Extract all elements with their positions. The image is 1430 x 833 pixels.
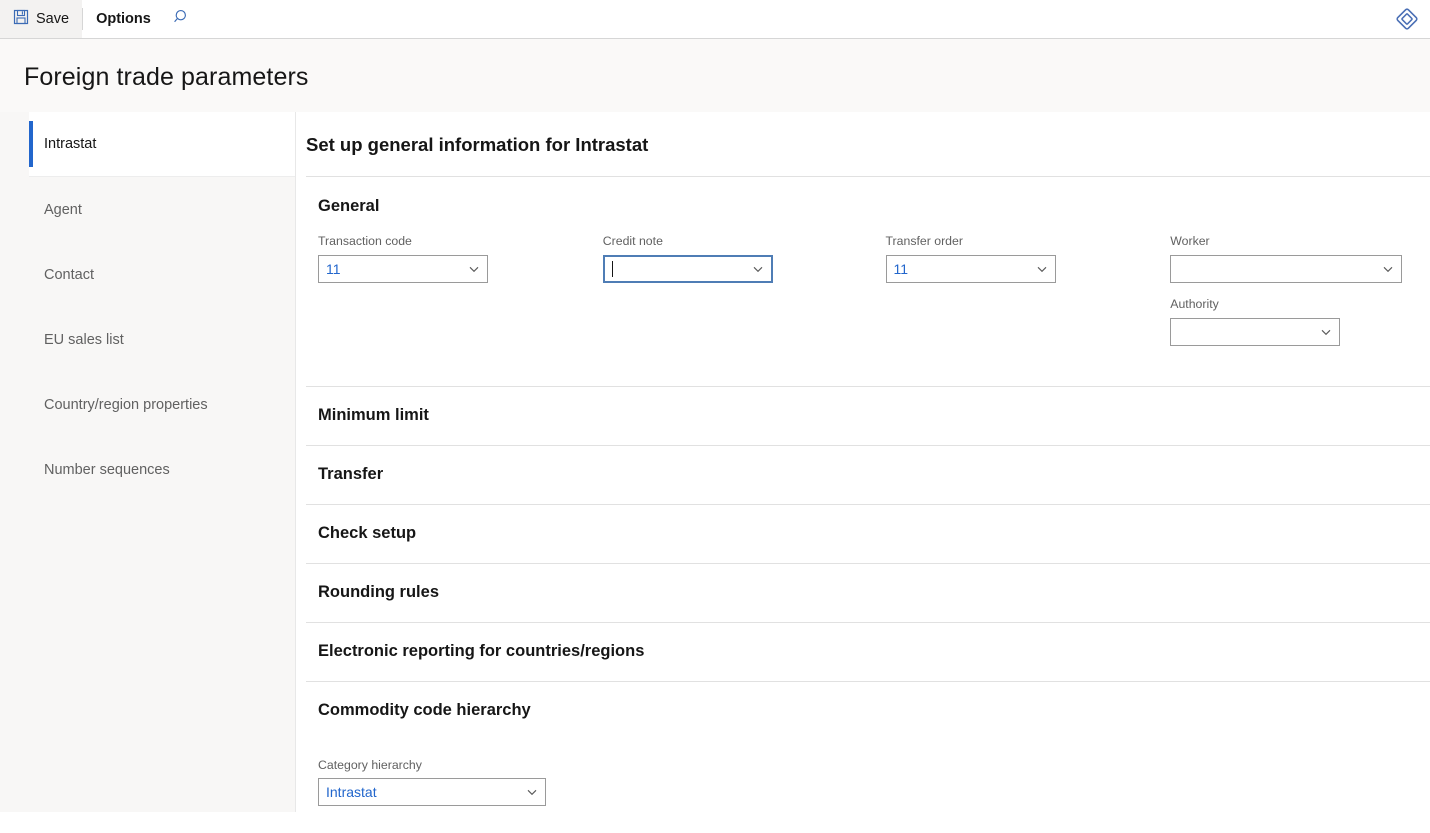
page-body: Intrastat Agent Contact EU sales list Co… — [0, 112, 1430, 812]
authority-combobox[interactable] — [1170, 317, 1341, 346]
authority-label: Authority — [1170, 296, 1219, 311]
section-transfer-header[interactable]: Transfer — [306, 446, 1430, 504]
search-icon — [173, 8, 191, 31]
sidebar-item-label: Country/region properties — [44, 396, 208, 413]
sidebar-item-label: Contact — [44, 266, 94, 283]
chevron-down-icon[interactable] — [745, 262, 771, 276]
general-column-3: Transfer order 11 — [885, 234, 1171, 360]
sidebar-item-label: EU sales list — [44, 331, 124, 348]
worker-combobox[interactable] — [1170, 254, 1403, 283]
commodity-column-1: Category hierarchy Intrastat — [318, 758, 546, 813]
credit-note-combobox[interactable] — [602, 254, 773, 283]
section-rounding-rules: Rounding rules — [306, 564, 1430, 622]
main-content: Set up general information for Intrastat… — [296, 112, 1430, 812]
sidebar-item-label: Agent — [44, 201, 82, 218]
chevron-down-icon[interactable] — [519, 785, 545, 799]
general-fields-row: Transaction code 11 Credit note Transfer… — [306, 216, 1430, 386]
chevron-down-icon[interactable] — [461, 262, 487, 276]
save-button[interactable]: Save — [0, 0, 83, 38]
page-title-band: Foreign trade parameters — [0, 39, 1430, 112]
section-commodity-code-hierarchy: Commodity code hierarchy Category hierar… — [306, 682, 1430, 813]
general-column-2: Credit note — [602, 234, 886, 360]
section-transfer: Transfer — [306, 446, 1430, 504]
section-check-setup: Check setup — [306, 505, 1430, 563]
command-bar-right-group — [1394, 0, 1420, 38]
sidebar-item-label: Intrastat — [44, 136, 97, 152]
credit-note-label: Credit note — [602, 234, 663, 248]
sidebar-item-eu-sales-list[interactable]: EU sales list — [0, 307, 295, 372]
options-button-label: Options — [96, 11, 151, 27]
field-authority: Authority — [1170, 297, 1430, 346]
general-column-4: Worker Authority — [1170, 234, 1430, 360]
section-electronic-reporting: Electronic reporting for countries/regio… — [306, 623, 1430, 681]
command-bar: Save Options — [0, 0, 1430, 39]
commodity-fields-row: Category hierarchy Intrastat — [306, 740, 1430, 813]
main-heading: Set up general information for Intrastat — [306, 134, 649, 155]
transfer-order-value: 11 — [893, 260, 909, 277]
section-check-setup-header[interactable]: Check setup — [306, 505, 1430, 563]
field-category-hierarchy: Category hierarchy Intrastat — [318, 758, 546, 807]
category-hierarchy-label: Category hierarchy — [318, 757, 422, 772]
sidebar-item-contact[interactable]: Contact — [0, 242, 295, 307]
field-credit-note: Credit note — [602, 234, 886, 283]
field-worker: Worker — [1170, 234, 1430, 283]
chevron-down-icon[interactable] — [1029, 262, 1055, 276]
section-commodity-code-hierarchy-header[interactable]: Commodity code hierarchy — [306, 682, 1430, 740]
field-transaction-code: Transaction code 11 — [318, 234, 603, 283]
category-hierarchy-value: Intrastat — [326, 784, 377, 801]
field-transfer-order: Transfer order 11 — [885, 234, 1171, 283]
command-bar-left-group: Save Options — [0, 0, 200, 38]
transaction-code-combobox[interactable]: 11 — [318, 254, 488, 283]
section-general: General Transaction code 11 Credit note … — [306, 177, 1430, 386]
main-heading-wrap: Set up general information for Intrastat — [296, 112, 1430, 176]
dynamics-diamond-icon[interactable] — [1394, 6, 1420, 32]
transfer-order-label: Transfer order — [885, 234, 963, 248]
save-floppy-icon — [13, 9, 29, 29]
section-electronic-reporting-header[interactable]: Electronic reporting for countries/regio… — [306, 623, 1430, 681]
search-button[interactable] — [164, 0, 200, 38]
section-minimum-limit-header[interactable]: Minimum limit — [306, 387, 1430, 445]
text-cursor — [611, 260, 613, 277]
sidebar-item-country-region-properties[interactable]: Country/region properties — [0, 372, 295, 437]
transfer-order-combobox[interactable]: 11 — [885, 254, 1056, 283]
sidebar-item-label: Number sequences — [44, 461, 170, 478]
sidebar: Intrastat Agent Contact EU sales list Co… — [0, 112, 296, 812]
section-minimum-limit: Minimum limit — [306, 387, 1430, 445]
page-title: Foreign trade parameters — [24, 63, 309, 91]
chevron-down-icon[interactable] — [1375, 262, 1401, 276]
sidebar-item-number-sequences[interactable]: Number sequences — [0, 437, 295, 502]
transaction-code-value: 11 — [326, 260, 341, 277]
worker-label: Worker — [1170, 234, 1210, 248]
chevron-down-icon[interactable] — [1313, 325, 1339, 339]
section-rounding-rules-header[interactable]: Rounding rules — [306, 564, 1430, 622]
sidebar-item-intrastat[interactable]: Intrastat — [29, 112, 295, 177]
save-button-label: Save — [36, 11, 70, 27]
category-hierarchy-combobox[interactable]: Intrastat — [318, 778, 546, 807]
transaction-code-label: Transaction code — [318, 234, 412, 248]
section-general-header[interactable]: General — [306, 177, 1430, 216]
sidebar-item-agent[interactable]: Agent — [0, 177, 295, 242]
general-column-1: Transaction code 11 — [318, 234, 603, 360]
options-button[interactable]: Options — [83, 0, 164, 38]
